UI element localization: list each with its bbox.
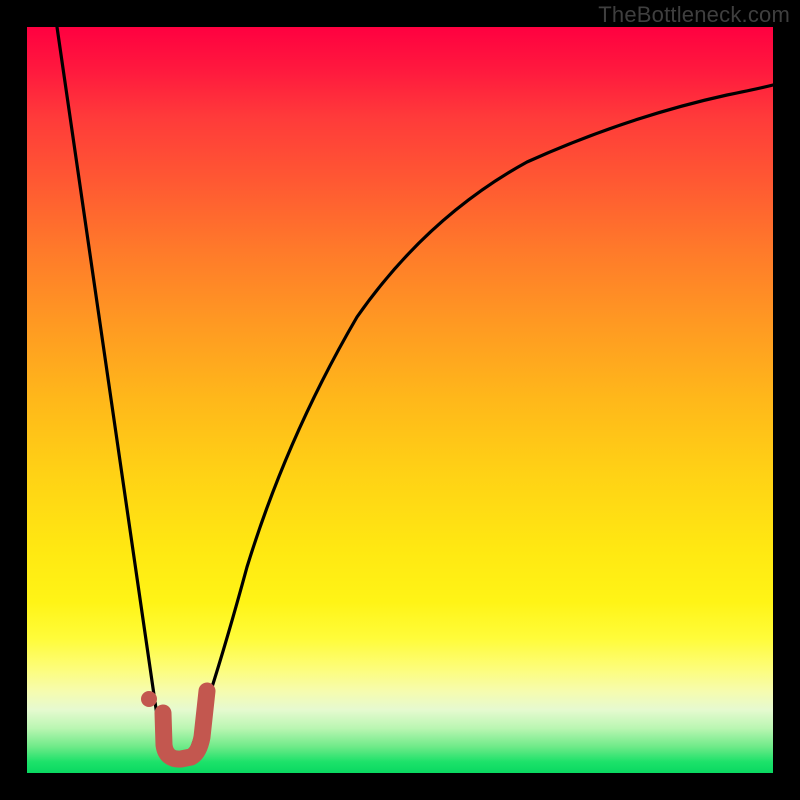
plot-area <box>27 27 773 773</box>
watermark-text: TheBottleneck.com <box>598 2 790 28</box>
curve-path <box>57 27 773 762</box>
bottleneck-curve <box>27 27 773 773</box>
